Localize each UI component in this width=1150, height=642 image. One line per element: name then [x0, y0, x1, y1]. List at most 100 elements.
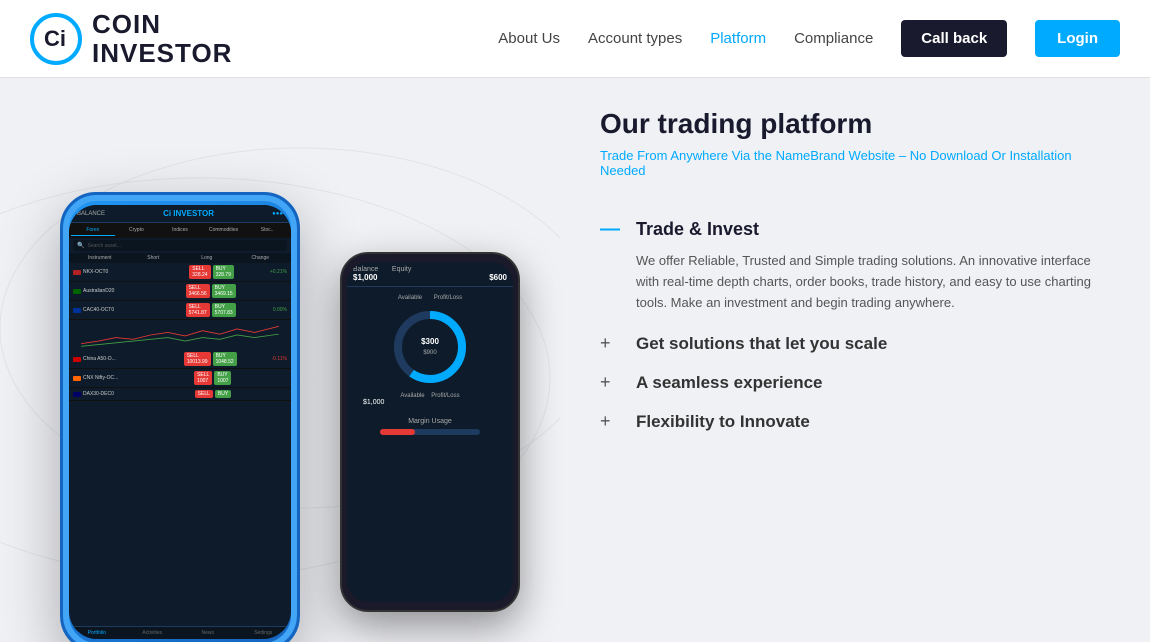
balance-values: $1,000 $600	[353, 273, 507, 282]
instrument-name: AustralianD20	[83, 288, 186, 294]
change-value: +0.21%	[234, 269, 287, 275]
margin-label: Margin Usage	[351, 418, 509, 425]
search-bar: 🔍 Search asset...	[73, 240, 287, 251]
plus-icon-scale: +	[600, 333, 620, 354]
sell-button[interactable]: SELL3466.56	[186, 284, 210, 298]
nav-account-types[interactable]: Account types	[588, 30, 682, 47]
flag-icon	[73, 270, 81, 275]
tab-crypto[interactable]: Crypto	[115, 225, 159, 236]
sell-button[interactable]: SELL5741.87	[186, 303, 210, 317]
page-title: Our trading platform	[600, 108, 1110, 140]
feature-flexibility[interactable]: + Flexibility to Innovate	[600, 411, 1110, 432]
nav-portfolio[interactable]: Portfolio	[69, 630, 125, 636]
phone-secondary: Balance Equity $1,000 $600 Available Pro…	[340, 252, 520, 612]
feature-scale[interactable]: + Get solutions that let you scale	[600, 333, 1110, 354]
margin-usage-section: Margin Usage	[347, 414, 513, 448]
nav-platform[interactable]: Platform	[710, 30, 766, 47]
sell-button[interactable]: SELL1007	[194, 371, 212, 385]
tab-forex[interactable]: Forex	[71, 225, 115, 236]
balance-label: BALANCE	[77, 211, 105, 217]
table-row: CAC40-OCT0 SELL5741.87 BUY5707.83 0.00%	[69, 301, 291, 320]
plus-icon-seamless: +	[600, 372, 620, 393]
margin-bar	[380, 425, 480, 439]
table-header: Instrument Short Long Change	[69, 253, 291, 263]
svg-text:$300: $300	[421, 337, 439, 346]
instrument-name: CAC40-OCT0	[83, 307, 186, 313]
col-change: Change	[234, 255, 288, 261]
phone-screen-secondary: Balance Equity $1,000 $600 Available Pro…	[347, 262, 513, 602]
buy-button[interactable]: BUY5707.83	[212, 303, 236, 317]
chart-svg	[73, 322, 287, 348]
table-row: CNX Nifty-OC... SELL1007 BUY1007	[69, 369, 291, 388]
svg-text:$900: $900	[423, 350, 437, 356]
buy-button[interactable]: BUY328.79	[213, 265, 234, 279]
search-placeholder: Search asset...	[87, 243, 120, 249]
sell-button[interactable]: SELL10013.99	[184, 352, 211, 366]
table-row: NKX-OCT0 SELL328.24 BUY328.79 +0.21%	[69, 263, 291, 282]
header: Ci COIN INVESTOR About Us Account types …	[0, 0, 1150, 78]
navigation: About Us Account types Platform Complian…	[498, 20, 1120, 57]
change-value: -0.11%	[237, 356, 287, 362]
table-row: AustralianD20 SELL3466.56 BUY3469.15	[69, 282, 291, 301]
login-button[interactable]: Login	[1035, 20, 1120, 57]
svg-text:Ci: Ci	[44, 26, 66, 51]
feature-trade-invest: — Trade & Invest We offer Reliable, Trus…	[600, 218, 1110, 313]
tab-indices[interactable]: Indices	[158, 225, 202, 236]
app-header: BALANCE Ci INVESTOR ●●●	[69, 205, 291, 223]
nav-compliance[interactable]: Compliance	[794, 30, 873, 47]
nav-settings[interactable]: Settings	[236, 630, 292, 636]
gauge-svg: $300 $900	[390, 307, 470, 387]
avail-values: $1,000	[355, 399, 505, 406]
instrument-name: CNX Nifty-OC...	[83, 375, 194, 381]
col-instrument: Instrument	[73, 255, 127, 261]
nav-about[interactable]: About Us	[498, 30, 560, 47]
balance-val: $1,000	[353, 273, 377, 282]
col-short: Short	[127, 255, 181, 261]
feature-description-trade: We offer Reliable, Trusted and Simple tr…	[600, 251, 1110, 313]
logo-investor: INVESTOR	[92, 39, 232, 68]
table-row: DAX30-DEC0 SELL BUY	[69, 388, 291, 401]
signal-icon: ●●●	[272, 211, 283, 217]
feature-title-seamless: A seamless experience	[636, 373, 823, 393]
flag-icon	[73, 308, 81, 313]
equity-val: $600	[489, 273, 507, 282]
flag-icon	[73, 392, 81, 397]
col-long: Long	[180, 255, 234, 261]
tab-stocks[interactable]: Stoc..	[245, 225, 289, 236]
nav-activities[interactable]: Activities	[125, 630, 181, 636]
gauge-wrapper: $300 $900	[390, 307, 470, 387]
page-subtitle: Trade From Anywhere Via the NameBrand We…	[600, 148, 1110, 178]
flag-icon	[73, 376, 81, 381]
buy-button[interactable]: BUY	[215, 390, 231, 398]
secondary-header: Balance Equity $1,000 $600	[347, 262, 513, 287]
phone-main: BALANCE Ci INVESTOR ●●● Forex Crypto Ind…	[60, 192, 300, 642]
feature-title-flexibility: Flexibility to Innovate	[636, 412, 810, 432]
buy-button[interactable]: BUY1048.52	[213, 352, 237, 366]
feature-title-trade: Trade & Invest	[636, 219, 759, 240]
gauge-label: Available Profit/Loss	[398, 295, 462, 301]
logo-coin: COIN	[92, 10, 232, 39]
nav-news[interactable]: News	[180, 630, 236, 636]
table-row: China A50-O... SELL10013.99 BUY1048.52 -…	[69, 350, 291, 369]
buy-button[interactable]: BUY3469.15	[212, 284, 236, 298]
phone-screen-main: BALANCE Ci INVESTOR ●●● Forex Crypto Ind…	[69, 205, 291, 639]
gauge-area: Available Profit/Loss $300 $900	[347, 287, 513, 414]
feature-seamless[interactable]: + A seamless experience	[600, 372, 1110, 393]
callbackbutton[interactable]: Call back	[901, 20, 1007, 57]
instrument-name: DAX30-DEC0	[83, 391, 195, 397]
phone-bottom-nav: Portfolio Activities News Settings	[69, 626, 291, 639]
mini-chart	[69, 320, 291, 350]
phone-container: BALANCE Ci INVESTOR ●●● Forex Crypto Ind…	[0, 162, 560, 642]
tab-bar: Forex Crypto Indices Commodities Stoc..	[69, 223, 291, 238]
content-section: Our trading platform Trade From Anywhere…	[560, 78, 1150, 642]
search-icon: 🔍	[77, 242, 84, 249]
logo-icon: Ci	[30, 13, 82, 65]
tab-commodities[interactable]: Commodities	[202, 225, 246, 236]
feature-header-active[interactable]: — Trade & Invest	[600, 218, 1110, 241]
sell-button[interactable]: SELL328.24	[189, 265, 210, 279]
sell-button[interactable]: SELL	[195, 390, 213, 398]
change-value: 0.00%	[236, 307, 287, 313]
main-content: BALANCE Ci INVESTOR ●●● Forex Crypto Ind…	[0, 78, 1150, 642]
buy-button[interactable]: BUY1007	[214, 371, 231, 385]
instrument-name: NKX-OCT0	[83, 269, 189, 275]
